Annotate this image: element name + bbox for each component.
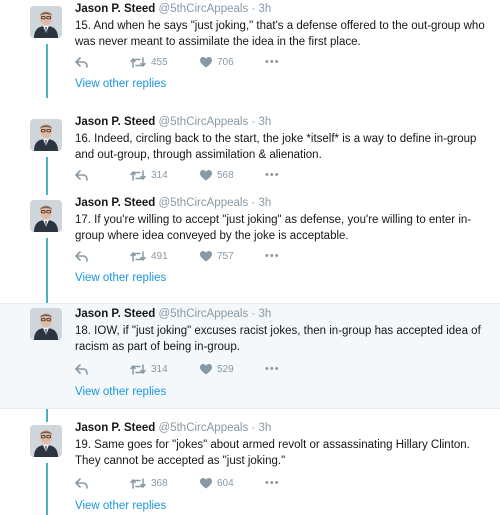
like-button[interactable]: 529 <box>200 362 234 376</box>
reply-button[interactable] <box>75 249 88 263</box>
more-icon[interactable]: ••• <box>265 363 280 375</box>
tweet[interactable]: Jason P. Steed @5thCircAppeals · 3h 16. … <box>0 113 500 191</box>
like-count: 757 <box>217 250 234 262</box>
like-button[interactable]: 706 <box>200 55 234 69</box>
reply-button[interactable] <box>75 168 88 182</box>
heart-icon <box>200 56 212 67</box>
separator <box>0 408 500 409</box>
author-handle[interactable]: @5thCircAppeals <box>159 308 249 320</box>
avatar[interactable] <box>30 119 62 151</box>
view-other-replies-link[interactable]: View other replies <box>75 272 166 284</box>
reply-button[interactable] <box>75 476 88 490</box>
reply-icon <box>75 363 88 375</box>
tweet-actions: 314 529 ••• <box>75 362 315 376</box>
retweet-count: 368 <box>151 477 168 489</box>
view-other-replies-link[interactable]: View other replies <box>75 386 166 398</box>
retweet-button[interactable]: 368 <box>130 476 168 490</box>
retweet-button[interactable]: 314 <box>130 362 168 376</box>
author-handle[interactable]: @5thCircAppeals <box>159 116 249 128</box>
reply-button[interactable] <box>75 55 88 69</box>
tweet-header: Jason P. Steed @5thCircAppeals · 3h <box>75 3 272 15</box>
tweet-actions: 368 604 ••• <box>75 476 315 490</box>
tweet[interactable]: Jason P. Steed @5thCircAppeals · 3h 19. … <box>0 419 500 515</box>
timestamp[interactable]: 3h <box>258 422 271 434</box>
reply-icon <box>75 477 88 489</box>
tweet[interactable]: Jason P. Steed @5thCircAppeals · 3h 17. … <box>0 194 500 300</box>
tweet-header: Jason P. Steed @5thCircAppeals · 3h <box>75 116 272 128</box>
author-name[interactable]: Jason P. Steed <box>75 116 155 128</box>
tweet-text: 16. Indeed, circling back to the start, … <box>75 133 477 161</box>
tweet-header: Jason P. Steed @5thCircAppeals · 3h <box>75 197 272 209</box>
tweet-text: 19. Same goes for "jokes" about armed re… <box>75 439 470 467</box>
heart-icon <box>200 250 212 261</box>
view-other-replies-link[interactable]: View other replies <box>75 500 166 512</box>
author-name[interactable]: Jason P. Steed <box>75 422 155 434</box>
like-button[interactable]: 604 <box>200 476 234 490</box>
timestamp[interactable]: 3h <box>258 308 271 320</box>
retweet-icon <box>130 477 146 489</box>
retweet-count: 455 <box>151 56 168 68</box>
reply-icon <box>75 250 88 262</box>
avatar[interactable] <box>30 425 62 457</box>
avatar[interactable] <box>30 6 62 38</box>
heart-icon <box>200 363 212 374</box>
author-name[interactable]: Jason P. Steed <box>75 197 155 209</box>
tweet-actions: 491 757 ••• <box>75 249 315 263</box>
tweet-text: 17. If you're willing to accept "just jo… <box>75 214 472 242</box>
retweet-count: 314 <box>151 169 168 181</box>
more-icon[interactable]: ••• <box>265 169 280 181</box>
tweet-text: 15. And when he says "just joking," that… <box>75 20 485 48</box>
like-button[interactable]: 757 <box>200 249 234 263</box>
tweet-text: 18. IOW, if "just joking" excuses racist… <box>75 325 481 353</box>
like-count: 529 <box>217 363 234 375</box>
tweet[interactable]: Jason P. Steed @5thCircAppeals · 3h 15. … <box>0 0 500 100</box>
retweet-count: 491 <box>151 250 168 262</box>
more-icon[interactable]: ••• <box>265 477 280 489</box>
tweet-actions: 314 568 ••• <box>75 168 315 182</box>
retweet-icon <box>130 169 146 181</box>
tweet[interactable]: Jason P. Steed @5thCircAppeals · 3h 18. … <box>0 304 500 408</box>
timestamp[interactable]: 3h <box>258 116 271 128</box>
heart-icon <box>200 477 212 488</box>
heart-icon <box>200 169 212 180</box>
like-count: 568 <box>217 169 234 181</box>
author-handle[interactable]: @5thCircAppeals <box>159 422 249 434</box>
like-button[interactable]: 568 <box>200 168 234 182</box>
tweet-actions: 455 706 ••• <box>75 55 315 69</box>
more-icon[interactable]: ••• <box>265 250 280 262</box>
avatar[interactable] <box>30 200 62 232</box>
author-name[interactable]: Jason P. Steed <box>75 308 155 320</box>
reply-icon <box>75 169 88 181</box>
author-handle[interactable]: @5thCircAppeals <box>159 3 249 15</box>
retweet-icon <box>130 250 146 262</box>
tweet-header: Jason P. Steed @5thCircAppeals · 3h <box>75 308 272 320</box>
timestamp[interactable]: 3h <box>258 3 271 15</box>
author-handle[interactable]: @5thCircAppeals <box>159 197 249 209</box>
more-icon[interactable]: ••• <box>265 56 280 68</box>
reply-button[interactable] <box>75 362 88 376</box>
retweet-button[interactable]: 491 <box>130 249 168 263</box>
timestamp[interactable]: 3h <box>258 197 271 209</box>
retweet-icon <box>130 363 146 375</box>
avatar[interactable] <box>30 308 62 340</box>
retweet-button[interactable]: 314 <box>130 168 168 182</box>
like-count: 706 <box>217 56 234 68</box>
author-name[interactable]: Jason P. Steed <box>75 3 155 15</box>
retweet-icon <box>130 56 146 68</box>
view-other-replies-link[interactable]: View other replies <box>75 78 166 90</box>
reply-icon <box>75 56 88 68</box>
retweet-count: 314 <box>151 363 168 375</box>
like-count: 604 <box>217 477 234 489</box>
retweet-button[interactable]: 455 <box>130 55 168 69</box>
tweet-header: Jason P. Steed @5thCircAppeals · 3h <box>75 422 272 434</box>
